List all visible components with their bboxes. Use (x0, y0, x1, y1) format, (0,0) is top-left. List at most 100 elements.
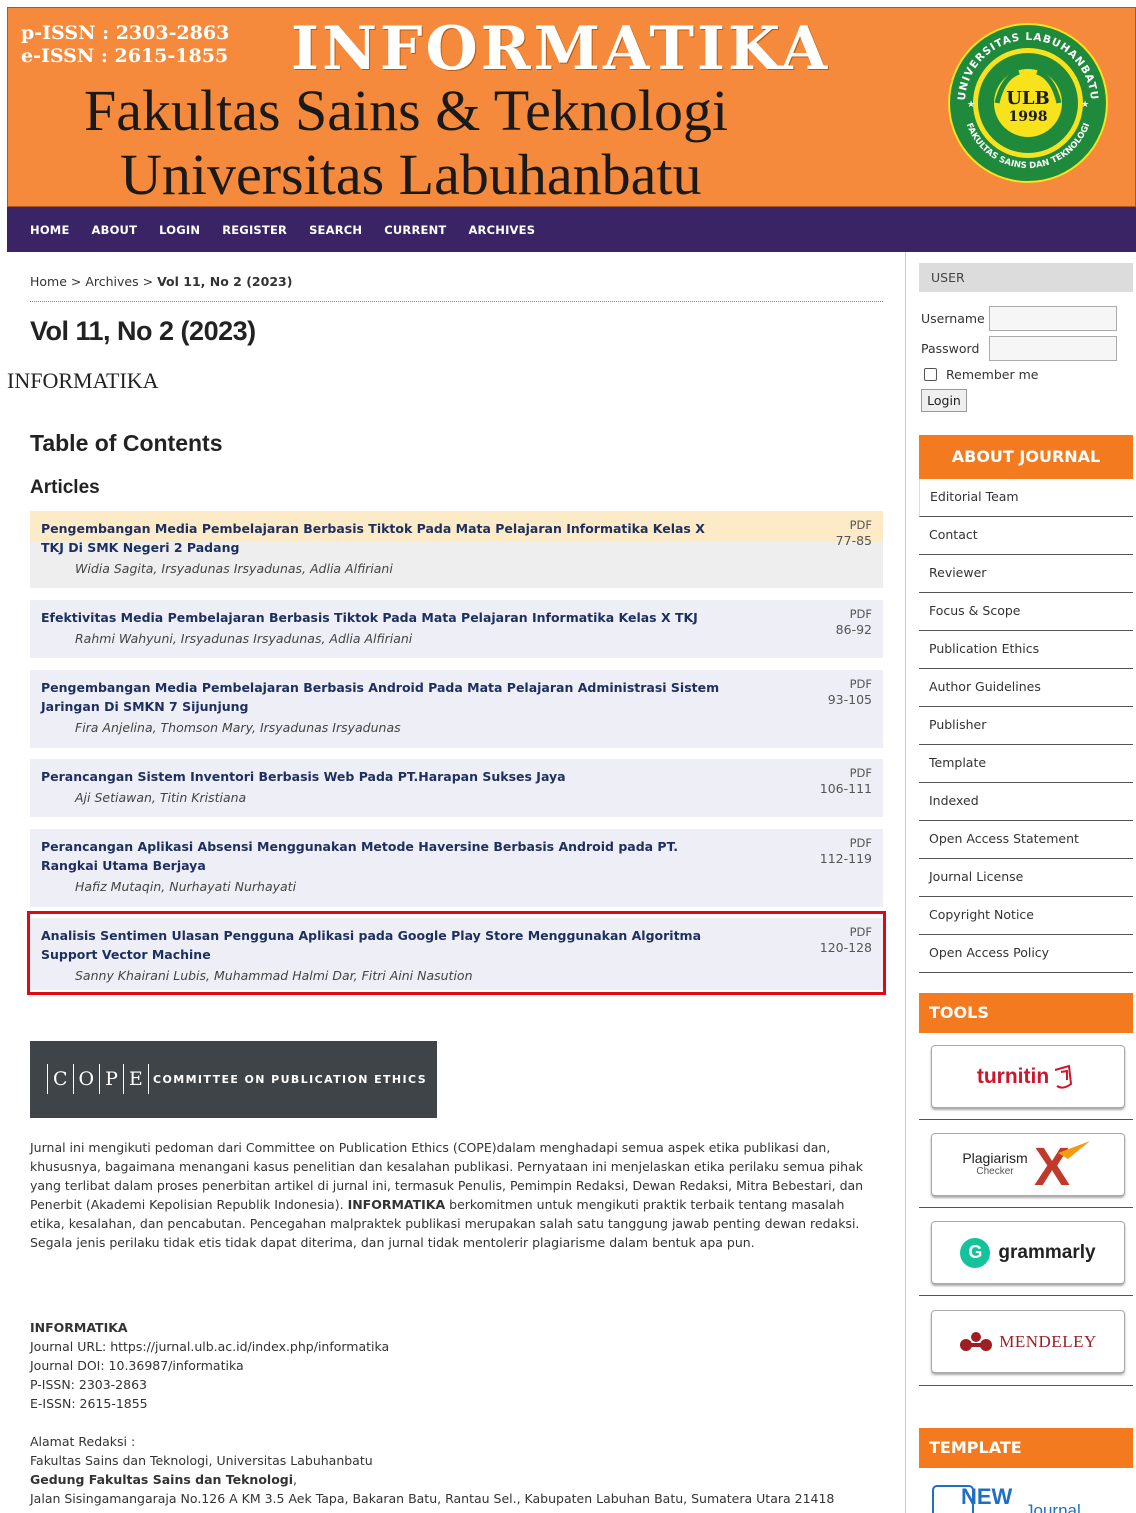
password-input[interactable] (989, 336, 1117, 361)
journal-brand: INFORMATIKA (291, 14, 831, 84)
turnitin-logo-icon (1054, 1064, 1073, 1089)
breadcrumb-separator: > (138, 274, 158, 289)
nav-home[interactable]: HOME (30, 223, 70, 237)
tool-divider (919, 1295, 1133, 1296)
about-item-focus-scope[interactable]: Focus & Scope (919, 593, 1133, 631)
article-galley: PDF 86-92 (836, 607, 872, 637)
nav-current[interactable]: CURRENT (384, 223, 446, 237)
article-item: Efektivitas Media Pembelajaran Berbasis … (30, 600, 883, 658)
template-badge-subtitle: Journal (1025, 1501, 1081, 1513)
footer-eissn: E-ISSN: 2615-1855 (30, 1396, 148, 1411)
footer-building-suffix: , (293, 1472, 298, 1487)
article-item: Perancangan Aplikasi Absensi Menggunakan… (30, 829, 883, 907)
footer-url: Journal URL: https://jurnal.ulb.ac.id/in… (30, 1339, 390, 1354)
footer-doi: Journal DOI: 10.36987/informatika (30, 1358, 244, 1373)
turnitin-button[interactable]: turnitin (931, 1045, 1125, 1108)
article-galley: PDF 106-111 (820, 766, 872, 796)
about-item-open-access-policy[interactable]: Open Access Policy (919, 935, 1133, 973)
pdf-link[interactable]: PDF (836, 518, 872, 533)
breadcrumb-current: Vol 11, No 2 (2023) (157, 274, 293, 289)
footer-address-line1: Fakultas Sains dan Teknologi, Universita… (30, 1453, 373, 1468)
breadcrumb-divider (30, 301, 883, 302)
selection-highlight-box (27, 911, 886, 995)
about-item-author-guidelines[interactable]: Author Guidelines (919, 669, 1133, 707)
grammarly-text: grammarly (998, 1241, 1096, 1263)
login-button[interactable]: Login (921, 389, 967, 412)
cope-logo[interactable]: C O P E COMMITTEE ON PUBLICATION ETHICS (30, 1041, 437, 1118)
article-title-link[interactable]: Perancangan Sistem Inventori Berbasis We… (41, 767, 721, 786)
username-input[interactable] (989, 306, 1117, 331)
university-seal-icon: UNIVERSITAS LABUHANBATU FAKULTAS SAINS D… (948, 23, 1108, 183)
ethics-statement: Jurnal ini mengikuti pedoman dari Commit… (30, 1138, 880, 1252)
remember-me-checkbox[interactable] (924, 368, 937, 381)
about-item-publisher[interactable]: Publisher (919, 707, 1133, 745)
breadcrumb-home[interactable]: Home (30, 274, 67, 289)
about-item-contact[interactable]: Contact (919, 517, 1133, 555)
journal-info: INFORMATIKA Journal URL: https://jurnal.… (30, 1318, 880, 1508)
about-item-publication-ethics[interactable]: Publication Ethics (919, 631, 1133, 669)
nav-archives[interactable]: ARCHIVES (468, 223, 535, 237)
main-content: Home > Archives > Vol 11, No 2 (2023) Vo… (7, 252, 902, 1513)
article-pages: 77-85 (835, 533, 872, 548)
footer-address-label: Alamat Redaksi : (30, 1434, 136, 1449)
article-item: Pengembangan Media Pembelajaran Berbasis… (30, 670, 883, 748)
article-authors: Rahmi Wahyuni, Irsyadunas Irsyadunas, Ad… (75, 631, 413, 646)
about-item-journal-license[interactable]: Journal License (919, 859, 1133, 897)
pdf-link[interactable]: PDF (820, 766, 872, 781)
pdf-link[interactable]: PDF (828, 677, 872, 692)
nav-about[interactable]: ABOUT (92, 223, 138, 237)
grammarly-logo-icon: G (960, 1237, 991, 1268)
article-authors: Widia Sagita, Irsyadunas Irsyadunas, Adl… (75, 561, 393, 576)
plagiarism-label: Plagiarism Checker (962, 1151, 1027, 1179)
template-new-badge: NEW (961, 1484, 1013, 1509)
article-title-link[interactable]: Pengembangan Media Pembelajaran Berbasis… (41, 519, 721, 557)
remember-me-label: Remember me (946, 367, 1039, 382)
nav-register[interactable]: REGISTER (222, 223, 287, 237)
mendeley-button[interactable]: MENDELEY (931, 1310, 1125, 1373)
plagiarism-checker-button[interactable]: Plagiarism Checker X (931, 1133, 1125, 1196)
cope-text: COMMITTEE ON PUBLICATION ETHICS (153, 1073, 428, 1086)
plagiarism-title: Plagiarism (962, 1149, 1028, 1166)
about-item-indexed[interactable]: Indexed (919, 783, 1133, 821)
footer-journal-name: INFORMATIKA (30, 1320, 128, 1335)
ethics-journal-name: INFORMATIKA (347, 1197, 446, 1212)
sidebar: USER Username Password Remember me Login… (905, 252, 1136, 1513)
pdf-link[interactable]: PDF (820, 836, 872, 851)
article-title-link[interactable]: Perancangan Aplikasi Absensi Menggunakan… (41, 837, 721, 875)
issn-block: p-ISSN : 2303-2863 e-ISSN : 2615-1855 (21, 22, 229, 68)
breadcrumb-archives[interactable]: Archives (85, 274, 138, 289)
cope-letter: C (47, 1064, 73, 1094)
about-item-editorial-team[interactable]: Editorial Team (919, 479, 1133, 517)
article-item: Perancangan Sistem Inventori Berbasis We… (30, 759, 883, 817)
plagiarism-subtitle: Checker (976, 1165, 1014, 1177)
nav-search[interactable]: SEARCH (309, 223, 362, 237)
cope-letter: E (122, 1064, 149, 1094)
pdf-link[interactable]: PDF (836, 607, 872, 622)
cope-letter: P (99, 1064, 123, 1094)
tool-divider (919, 1385, 1133, 1386)
article-title-link[interactable]: Pengembangan Media Pembelajaran Berbasis… (41, 678, 721, 716)
about-item-copyright-notice[interactable]: Copyright Notice (919, 897, 1133, 935)
page-title: Vol 11, No 2 (2023) (30, 316, 256, 346)
nav-login[interactable]: LOGIN (159, 223, 200, 237)
article-pages: 86-92 (835, 622, 872, 637)
toc-heading: Table of Contents (30, 430, 223, 456)
cope-letter: O (72, 1064, 100, 1094)
header-banner: p-ISSN : 2303-2863 e-ISSN : 2615-1855 IN… (7, 7, 1136, 207)
seal-center-line1: ULB (1006, 88, 1050, 109)
grammarly-button[interactable]: G grammarly (931, 1221, 1125, 1284)
faculty-title: Fakultas Sains & Teknologi (84, 78, 729, 143)
article-galley: PDF 77-85 (836, 518, 872, 548)
footer-building: Gedung Fakultas Sains dan Teknologi (30, 1472, 294, 1487)
journal-template-link[interactable]: NEW Journal (931, 1478, 1101, 1513)
article-pages: 106-111 (819, 781, 872, 796)
about-item-template[interactable]: Template (919, 745, 1133, 783)
about-item-reviewer[interactable]: Reviewer (919, 555, 1133, 593)
article-title-link[interactable]: Efektivitas Media Pembelajaran Berbasis … (41, 608, 721, 627)
svg-text:★: ★ (1081, 100, 1089, 110)
about-item-open-access-statement[interactable]: Open Access Statement (919, 821, 1133, 859)
tools-heading: TOOLS (919, 993, 1133, 1033)
svg-text:★: ★ (967, 100, 975, 110)
cope-letters: C O P E (47, 1064, 149, 1094)
issn-online: e-ISSN : 2615-1855 (21, 45, 229, 67)
